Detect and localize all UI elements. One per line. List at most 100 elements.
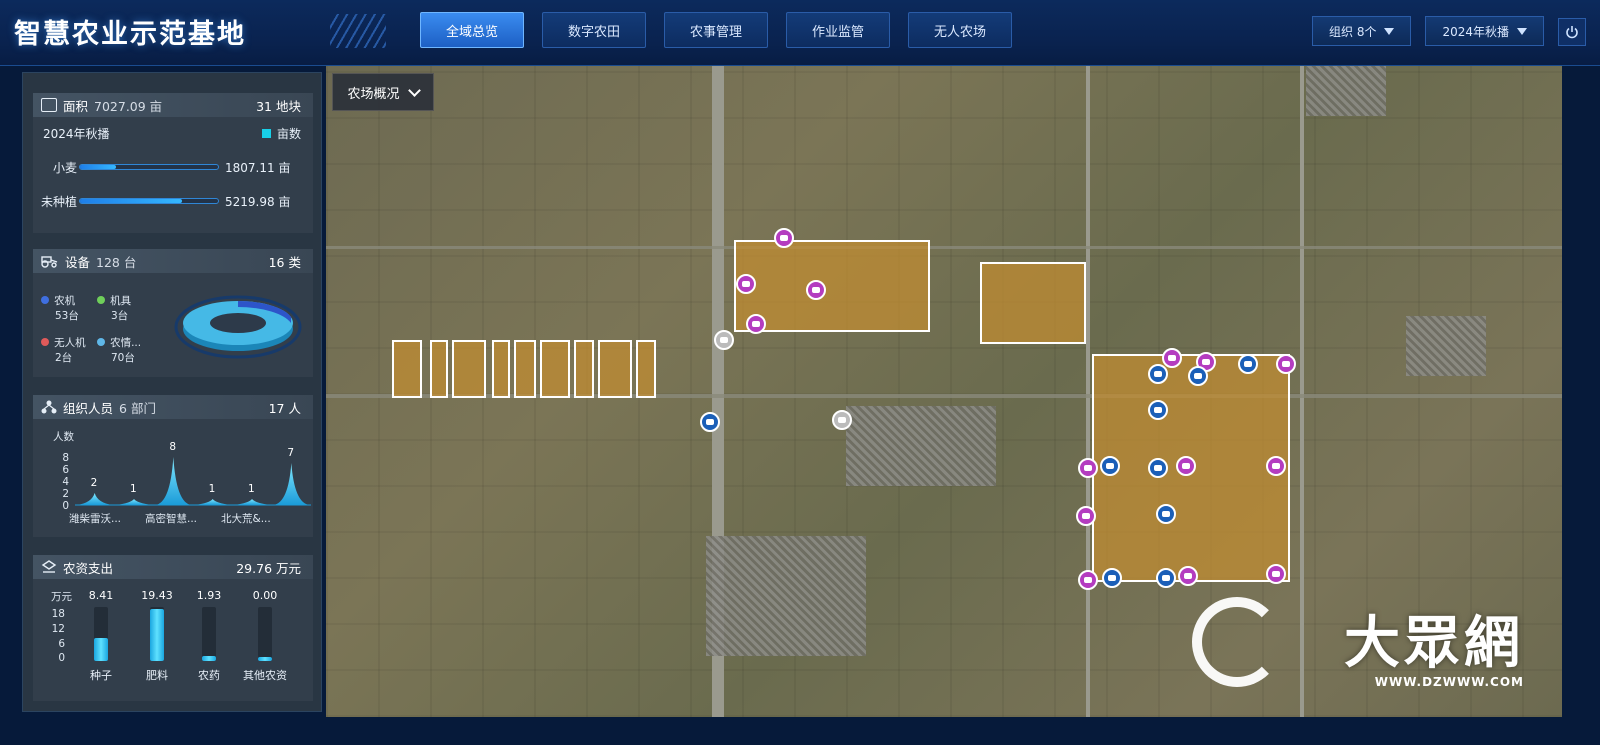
field-plot[interactable]: [540, 340, 570, 398]
tab-operation-supervision[interactable]: 作业监管: [786, 12, 890, 48]
supplies-value-label: 8.41: [88, 589, 114, 602]
org-spike-chart: [75, 457, 311, 506]
org-select[interactable]: 组织 8个: [1312, 16, 1412, 46]
org-departments: 6 部门: [119, 400, 156, 416]
device-pin-icon[interactable]: [1148, 400, 1168, 420]
camera-pin-icon[interactable]: [774, 228, 794, 248]
tractor-icon: [41, 256, 58, 268]
satellite-map[interactable]: 大眾網 WWW.DZWWW.COM: [326, 66, 1562, 717]
area-plots: 31 地块: [256, 98, 301, 114]
farm-overview-dropdown[interactable]: 农场概况: [332, 73, 434, 111]
area-row-label: 小麦: [53, 161, 78, 175]
field-plot[interactable]: [392, 340, 422, 398]
org-y-tick: 2: [62, 488, 69, 500]
field-plot[interactable]: [514, 340, 536, 398]
camera-pin-icon[interactable]: [1162, 348, 1182, 368]
equipment-card-header: 设备 128 台 16 类: [33, 249, 313, 273]
equipment-legend-item: 农机 53台: [41, 289, 79, 323]
camera-pin-icon[interactable]: [1176, 456, 1196, 476]
camera-pin-icon[interactable]: [1076, 506, 1096, 526]
equipment-ring-chart: [174, 295, 302, 359]
org-spike: [76, 493, 113, 505]
field-plot[interactable]: [492, 340, 510, 398]
season-select[interactable]: 2024年秋播: [1425, 16, 1544, 46]
area-bar-fill: [80, 165, 116, 169]
left-panel: 面积 7027.09 亩 31 地块 2024年秋播 亩数 小麦 1807.11…: [22, 72, 322, 712]
field-plot[interactable]: [636, 340, 656, 398]
area-icon: [41, 98, 57, 112]
camera-pin-icon[interactable]: [1276, 354, 1296, 374]
org-card: 组织人员 6 部门 17 人 人数 86420 218117 潍柴雷沃... 高…: [33, 395, 313, 537]
device-pin-icon[interactable]: [832, 410, 852, 430]
legend-dot-icon: [97, 338, 105, 346]
top-right-controls: 组织 8个 2024年秋播: [1312, 16, 1544, 46]
area-total: 7027.09 亩: [94, 98, 163, 114]
device-pin-icon[interactable]: [1102, 568, 1122, 588]
chevron-down-icon: [407, 83, 421, 97]
season-select-label: 2024年秋播: [1442, 24, 1509, 39]
tab-unmanned-farm[interactable]: 无人农场: [908, 12, 1012, 48]
supplies-value-label: 1.93: [196, 589, 222, 602]
supplies-bar-track: [258, 607, 272, 661]
supplies-y-unit: 万元: [51, 591, 72, 603]
device-pin-icon[interactable]: [1148, 458, 1168, 478]
device-pin-icon[interactable]: [700, 412, 720, 432]
device-pin-icon[interactable]: [1188, 366, 1208, 386]
tab-overview[interactable]: 全域总览: [420, 12, 524, 48]
camera-pin-icon[interactable]: [1266, 456, 1286, 476]
equipment-legend-item: 农情... 70台: [97, 331, 141, 365]
camera-pin-icon[interactable]: [1078, 570, 1098, 590]
device-pin-icon[interactable]: [1156, 504, 1176, 524]
org-value-label: 8: [169, 441, 177, 453]
org-spike: [116, 499, 152, 505]
org-x-label: 高密智慧...: [145, 513, 198, 525]
device-pin-icon[interactable]: [1148, 364, 1168, 384]
legend-name: 农情...: [110, 337, 142, 349]
camera-pin-icon[interactable]: [1078, 458, 1098, 478]
field-plot[interactable]: [430, 340, 448, 398]
power-button[interactable]: [1558, 18, 1586, 46]
supplies-bar: [94, 638, 108, 661]
camera-pin-icon[interactable]: [1178, 566, 1198, 586]
camera-pin-icon[interactable]: [1266, 564, 1286, 584]
legend-name: 机具: [110, 295, 132, 307]
org-value-label: 1: [130, 483, 137, 495]
legend-dot-icon: [41, 296, 49, 304]
tab-digital-farmland[interactable]: 数字农田: [542, 12, 646, 48]
field-plot[interactable]: [980, 262, 1086, 344]
camera-pin-icon[interactable]: [746, 314, 766, 334]
device-pin-icon[interactable]: [1100, 456, 1120, 476]
map-road: [1086, 66, 1090, 717]
area-legend: 亩数: [261, 125, 301, 142]
device-pin-icon[interactable]: [1238, 354, 1258, 374]
org-value-label: 1: [248, 483, 255, 495]
tab-farm-management[interactable]: 农事管理: [664, 12, 768, 48]
device-pin-icon[interactable]: [1156, 568, 1176, 588]
chevron-down-icon: [1517, 27, 1527, 35]
org-spike: [194, 499, 231, 505]
area-row-value: 5219.98 亩: [225, 195, 291, 209]
supplies-total: 29.76 万元: [236, 560, 301, 576]
device-pin-icon[interactable]: [714, 330, 734, 350]
camera-pin-icon[interactable]: [736, 274, 756, 294]
org-card-header: 组织人员 6 部门 17 人: [33, 395, 313, 419]
supplies-value-label: 19.43: [141, 589, 173, 602]
supplies-bar: [150, 608, 164, 661]
org-value-label: 1: [208, 483, 216, 495]
field-plot[interactable]: [574, 340, 594, 398]
field-plot[interactable]: [452, 340, 486, 398]
watermark-text: 大眾網: [1344, 611, 1524, 676]
watermark-logo-icon: [1192, 597, 1282, 687]
org-spike: [155, 457, 192, 505]
supplies-title: 农资支出: [63, 560, 114, 576]
field-plot[interactable]: [598, 340, 632, 398]
supplies-card-header: 农资支出 29.76 万元: [33, 555, 313, 579]
supplies-category-label: 其他农资: [243, 669, 287, 682]
org-x-label: 北大荒&...: [221, 513, 271, 525]
map-road: [326, 394, 1562, 398]
camera-pin-icon[interactable]: [806, 280, 826, 300]
map-village: [1406, 316, 1486, 376]
area-row-value: 1807.11 亩: [225, 161, 291, 175]
app-title: 智慧农业示范基地: [14, 19, 246, 50]
farm-overview-label: 农场概况: [347, 86, 400, 102]
